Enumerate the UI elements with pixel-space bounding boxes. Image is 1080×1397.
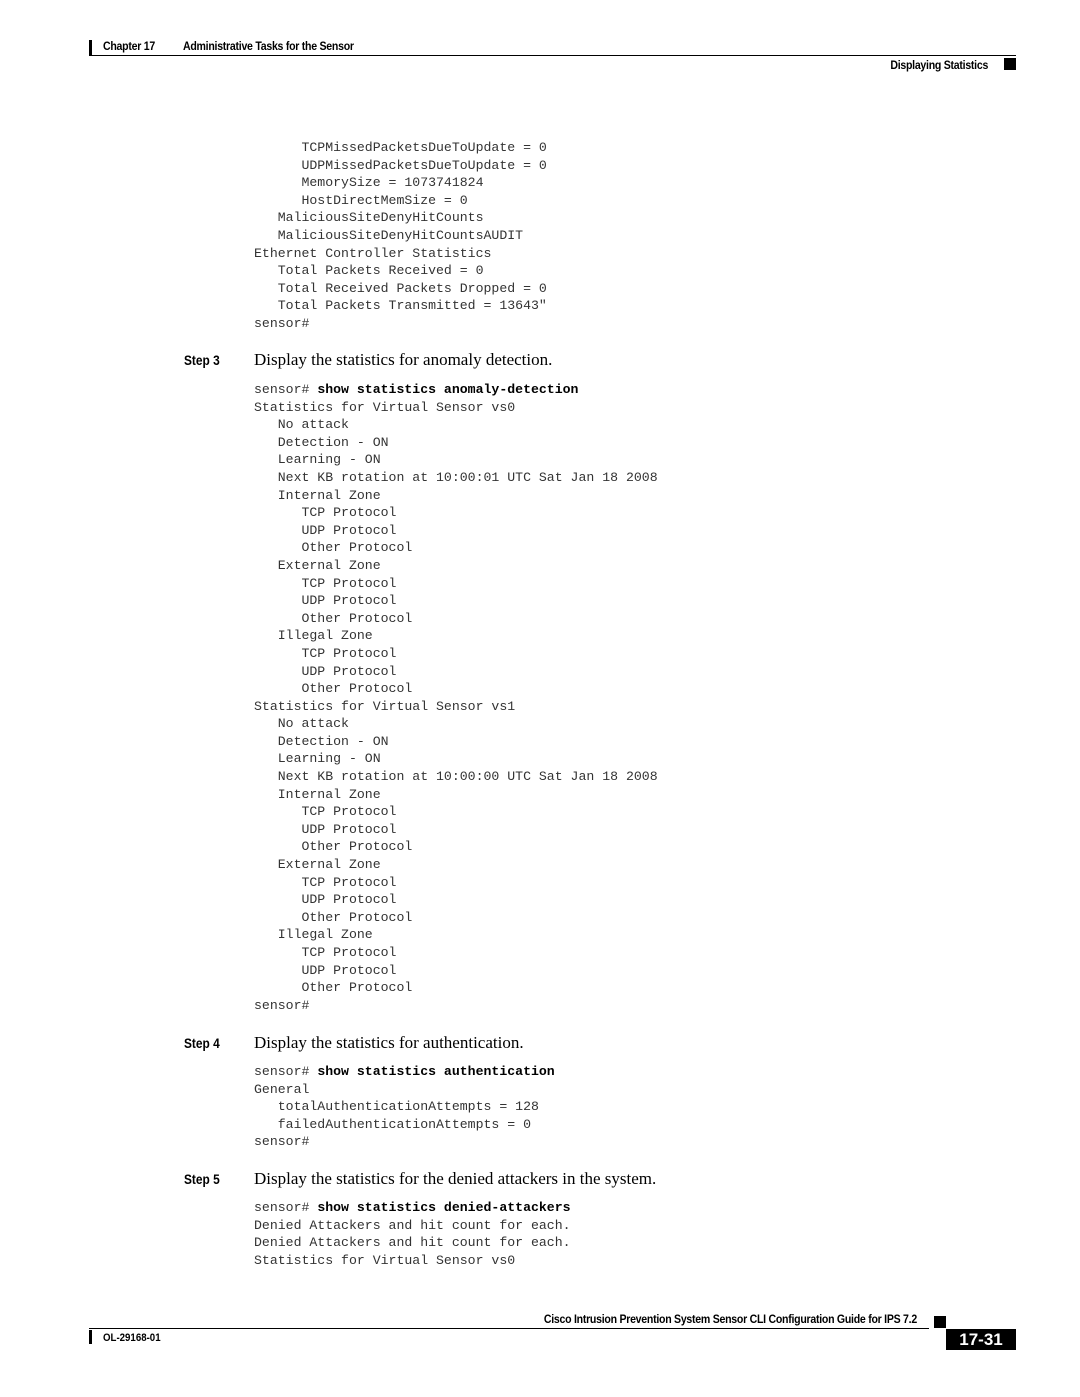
code-line: TCP Protocol <box>254 945 397 960</box>
command: show statistics anomaly-detection <box>317 382 579 397</box>
code-line: TCP Protocol <box>254 804 397 820</box>
code-line: Learning - ON <box>254 751 381 767</box>
code-line: External Zone <box>254 857 381 873</box>
step-4-text: Display the statistics for authenticatio… <box>254 1033 524 1052</box>
code-line: Statistics for Virtual Sensor vs0 <box>254 399 516 415</box>
code-line: totalAuthenticationAttempts = 128 <box>254 1099 539 1115</box>
code-line: sensor# <box>254 1134 310 1150</box>
code-line: sensor# <box>254 997 310 1013</box>
code-line: Illegal Zone <box>254 927 373 943</box>
document-id: OL-29168-01 <box>103 1332 161 1344</box>
code-line: sensor# <box>254 315 310 331</box>
code-block-denied-attackers: sensor# show statistics denied-attackers… <box>254 1199 571 1269</box>
code-line: Statistics for Virtual Sensor vs1 <box>254 698 516 714</box>
prompt: sensor# <box>254 1200 318 1215</box>
step-5-label: Step 5 <box>184 1171 220 1187</box>
step-3-text: Display the statistics for anomaly detec… <box>254 350 553 369</box>
code-line: Other Protocol <box>254 540 413 556</box>
code-line: Internal Zone <box>254 487 381 503</box>
code-line: Total Packets Received = 0 <box>254 263 484 279</box>
code-line: MemorySize = 1073741824 <box>254 175 484 191</box>
code-line: MaliciousSiteDenyHitCounts <box>254 210 484 226</box>
code-line: UDPMissedPacketsDueToUpdate = 0 <box>254 157 547 173</box>
code-line: Denied Attackers and hit count for each. <box>254 1235 571 1251</box>
code-line: Total Received Packets Dropped = 0 <box>254 280 547 296</box>
code-line: TCP Protocol <box>254 645 397 661</box>
code-line: TCP Protocol <box>254 874 397 890</box>
code-line: UDP Protocol <box>254 892 397 908</box>
code-line: Next KB rotation at 10:00:01 UTC Sat Jan… <box>254 469 658 485</box>
code-line: General <box>254 1081 310 1097</box>
code-line: Total Packets Transmitted = 13643" <box>254 298 547 314</box>
code-line: UDP Protocol <box>254 522 397 538</box>
chapter-title: Administrative Tasks for the Sensor <box>183 39 354 53</box>
step-3-label: Step 3 <box>184 352 220 368</box>
code-line: Next KB rotation at 10:00:00 UTC Sat Jan… <box>254 769 658 785</box>
code-line: Internal Zone <box>254 786 381 802</box>
code-line: Illegal Zone <box>254 628 373 644</box>
section-title: Displaying Statistics <box>890 58 988 72</box>
command: show statistics denied-attackers <box>317 1200 571 1215</box>
code-line: UDP Protocol <box>254 962 397 978</box>
code-line: TCP Protocol <box>254 575 397 591</box>
header-rule-bar <box>89 40 92 56</box>
header-marker <box>1004 58 1016 70</box>
code-line: Other Protocol <box>254 610 413 626</box>
code-line: Statistics for Virtual Sensor vs0 <box>254 1252 516 1268</box>
code-line: Other Protocol <box>254 681 413 697</box>
code-line: MaliciousSiteDenyHitCountsAUDIT <box>254 227 524 243</box>
code-line: HostDirectMemSize = 0 <box>254 192 468 208</box>
code-line: UDP Protocol <box>254 663 397 679</box>
code-block-authentication: sensor# show statistics authentication G… <box>254 1063 555 1151</box>
code-line: Other Protocol <box>254 909 413 925</box>
step-5-text: Display the statistics for the denied at… <box>254 1169 657 1188</box>
page-number: 17-31 <box>946 1329 1016 1350</box>
header-rule <box>89 55 1016 56</box>
code-line: TCP Protocol <box>254 505 397 521</box>
prompt: sensor# <box>254 382 318 397</box>
code-block-anomaly-detection: sensor# show statistics anomaly-detectio… <box>254 381 658 1014</box>
code-line: No attack <box>254 716 349 732</box>
guide-title: Cisco Intrusion Prevention System Sensor… <box>543 1312 917 1326</box>
code-line: Denied Attackers and hit count for each. <box>254 1217 571 1233</box>
footer-marker <box>934 1316 946 1328</box>
code-line: failedAuthenticationAttempts = 0 <box>254 1116 531 1132</box>
code-line: UDP Protocol <box>254 593 397 609</box>
code-line: Detection - ON <box>254 733 389 749</box>
chapter-number: Chapter 17 <box>103 39 155 53</box>
code-line: Other Protocol <box>254 980 413 996</box>
code-line: Other Protocol <box>254 839 413 855</box>
prompt: sensor# <box>254 1064 318 1079</box>
code-line: Detection - ON <box>254 434 389 450</box>
code-line: TCPMissedPacketsDueToUpdate = 0 <box>254 140 547 155</box>
step-4-label: Step 4 <box>184 1035 220 1051</box>
footer-rule-bar <box>89 1330 92 1344</box>
command: show statistics authentication <box>317 1064 555 1079</box>
code-line: External Zone <box>254 557 381 573</box>
code-line: UDP Protocol <box>254 821 397 837</box>
code-line: No attack <box>254 417 349 433</box>
footer-rule <box>89 1328 929 1329</box>
code-line: Learning - ON <box>254 452 381 468</box>
code-block-continuation: TCPMissedPacketsDueToUpdate = 0 UDPMisse… <box>254 139 547 333</box>
code-line: Ethernet Controller Statistics <box>254 245 492 261</box>
